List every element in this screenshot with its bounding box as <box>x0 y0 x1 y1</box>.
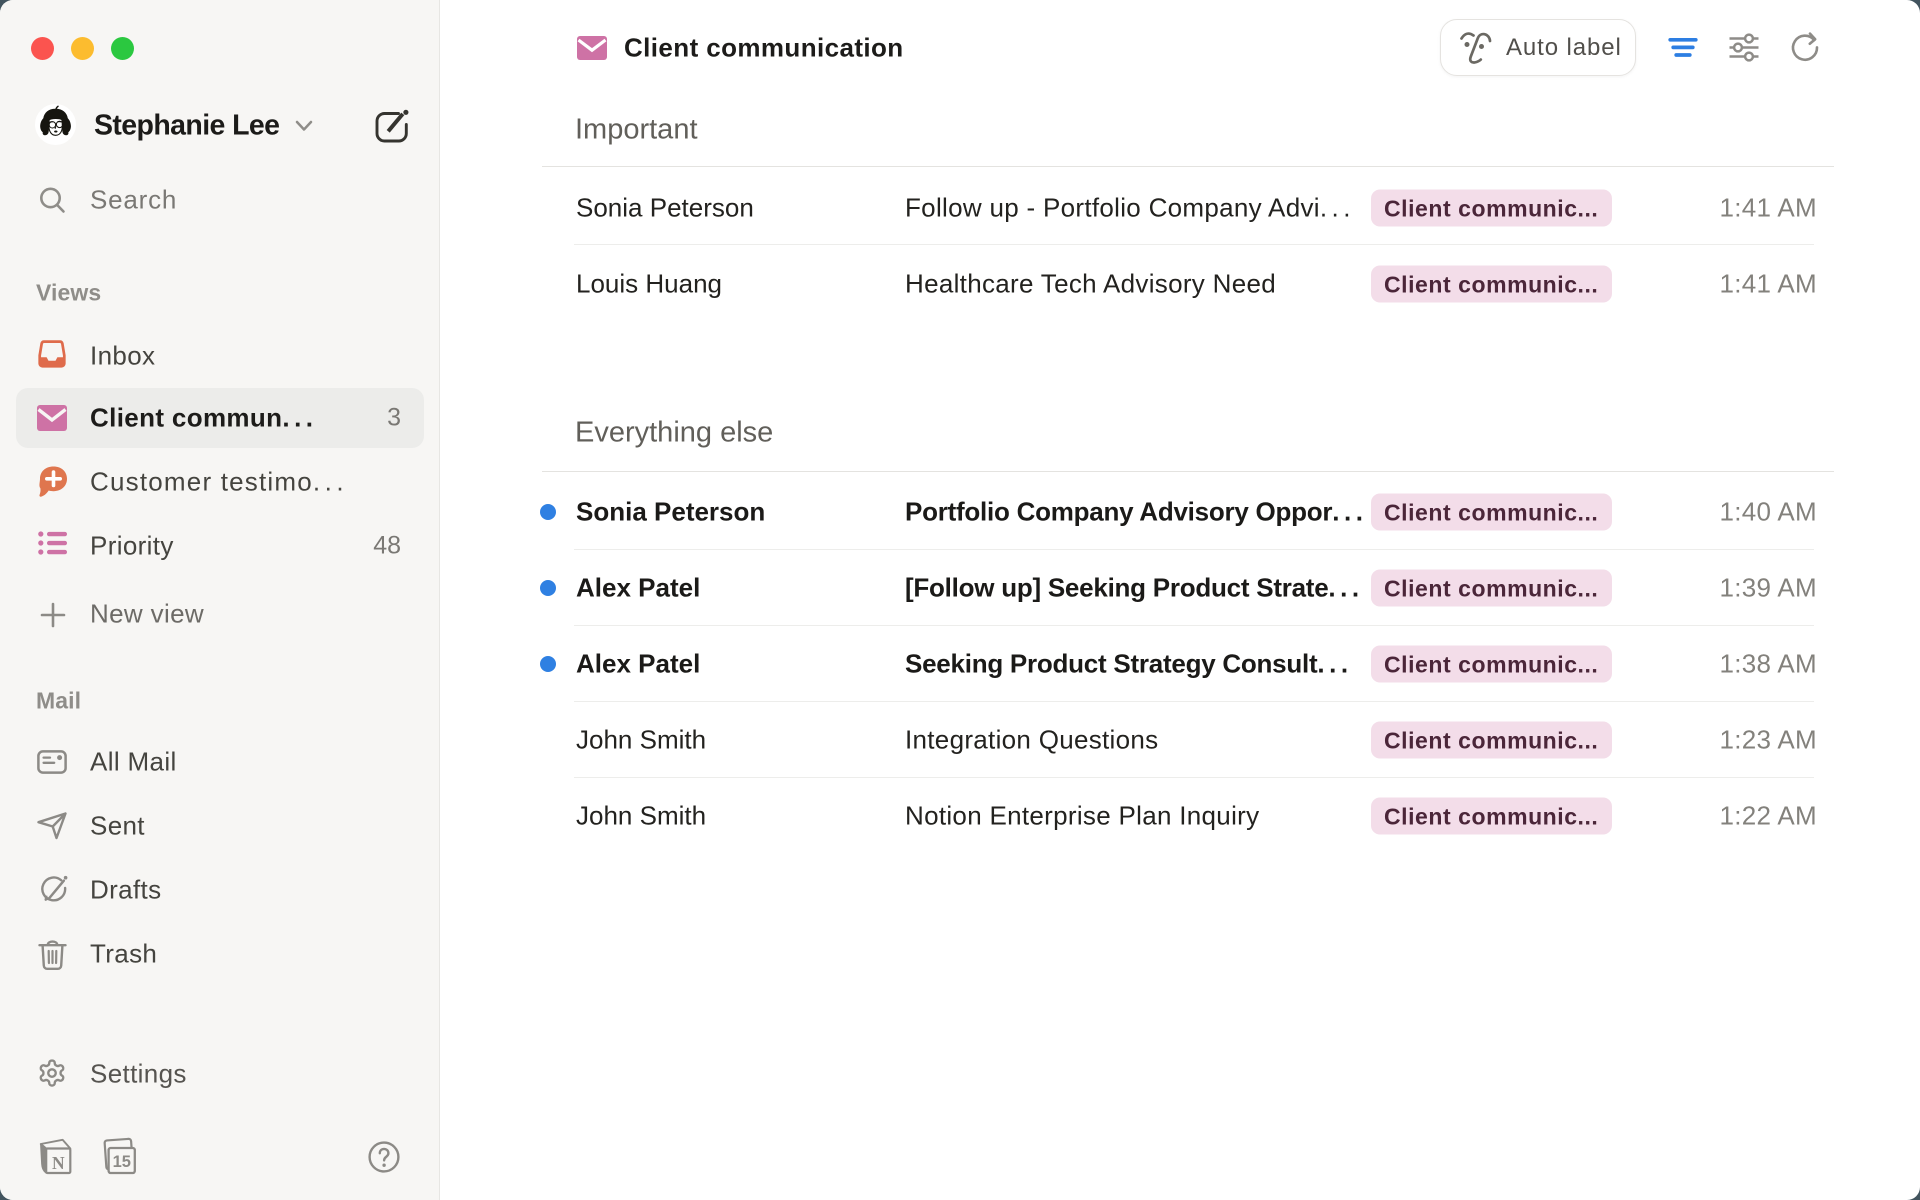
svg-text:15: 15 <box>113 1153 131 1171</box>
svg-text:N: N <box>52 1153 65 1173</box>
